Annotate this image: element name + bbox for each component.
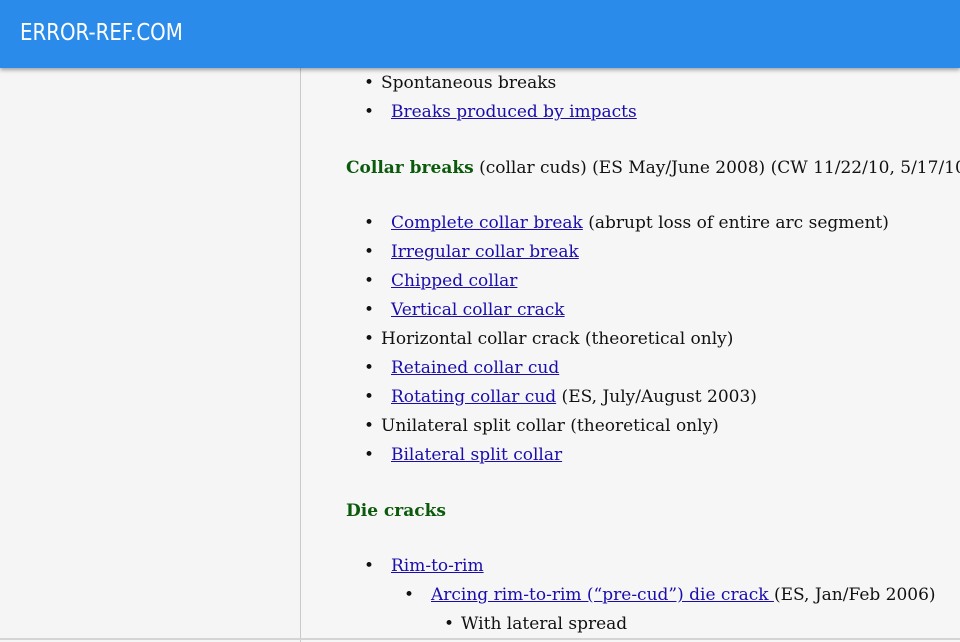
bullet-icon: •: [364, 556, 375, 576]
bullet-icon: •: [364, 213, 375, 233]
heading-collar-breaks: Collar breaks: [346, 158, 474, 178]
list-item: Breaks produced by impacts: [391, 102, 637, 122]
bullet-icon: •: [364, 73, 375, 93]
list-item: Bilateral split collar: [391, 445, 562, 465]
list-item: Retained collar cud: [391, 358, 559, 378]
link-retained-collar-cud[interactable]: Retained collar cud: [391, 358, 559, 378]
list-item: Rim-to-rim: [391, 556, 484, 576]
link-complete-collar-break[interactable]: Complete collar break: [391, 213, 583, 233]
link-breaks-produced-by-impacts[interactable]: Breaks produced by impacts: [391, 102, 637, 122]
section-heading-die-cracks: Die cracks: [346, 501, 446, 521]
list-item-text: Spontaneous breaks: [381, 73, 557, 93]
link-rim-to-rim[interactable]: Rim-to-rim: [391, 556, 484, 576]
list-item: With lateral spread: [461, 614, 627, 634]
bullet-icon: •: [444, 614, 455, 634]
list-item: Chipped collar: [391, 271, 517, 291]
link-chipped-collar[interactable]: Chipped collar: [391, 271, 517, 291]
sidebar: [0, 68, 301, 642]
list-item: Unilateral split collar (theoretical onl…: [381, 416, 719, 436]
top-app-bar: ERROR-REF.COM: [0, 0, 960, 68]
bullet-icon: •: [364, 445, 375, 465]
link-arcing-rim-to-rim[interactable]: Arcing rim-to-rim (“pre-cud”) die crack: [431, 585, 774, 605]
list-item: Arcing rim-to-rim (“pre-cud”) die crack …: [431, 585, 936, 605]
list-item: Rotating collar cud (ES, July/August 200…: [391, 387, 757, 407]
bullet-icon: •: [364, 387, 375, 407]
bullet-icon: •: [404, 585, 415, 605]
site-title[interactable]: ERROR-REF.COM: [20, 20, 183, 46]
list-item-suffix: (abrupt loss of entire arc segment): [582, 213, 889, 233]
list-item: Horizontal collar crack (theoretical onl…: [381, 329, 733, 349]
list-item: Vertical collar crack: [391, 300, 565, 320]
list-item-suffix: (ES, Jan/Feb 2006): [773, 585, 936, 605]
section-heading-collar: Collar breaks (collar cuds) (ES May/June…: [346, 158, 960, 178]
link-rotating-collar-cud[interactable]: Rotating collar cud: [391, 387, 556, 407]
heading-die-cracks: Die cracks: [346, 501, 446, 521]
list-item: Spontaneous breaks: [381, 73, 556, 93]
bullet-icon: •: [364, 416, 375, 436]
link-bilateral-split-collar[interactable]: Bilateral split collar: [391, 445, 562, 465]
link-irregular-collar-break[interactable]: Irregular collar break: [391, 242, 579, 262]
bullet-icon: •: [364, 242, 375, 262]
list-item-suffix: (ES, July/August 2003): [556, 387, 757, 407]
bullet-icon: •: [364, 271, 375, 291]
bullet-icon: •: [364, 102, 375, 122]
bullet-icon: •: [364, 358, 375, 378]
list-item: Complete collar break (abrupt loss of en…: [391, 213, 889, 233]
bullet-icon: •: [364, 300, 375, 320]
bullet-icon: •: [364, 329, 375, 349]
list-item-text: Unilateral split collar (theoretical onl…: [381, 416, 719, 436]
link-vertical-collar-crack[interactable]: Vertical collar crack: [391, 300, 565, 320]
heading-collar-suffix: (collar cuds) (ES May/June 2008) (CW 11/…: [473, 158, 960, 178]
bottom-divider: [0, 638, 960, 640]
list-item: Irregular collar break: [391, 242, 579, 262]
list-item-text: Horizontal collar crack (theoretical onl…: [381, 329, 734, 349]
list-item-text: With lateral spread: [461, 614, 628, 634]
